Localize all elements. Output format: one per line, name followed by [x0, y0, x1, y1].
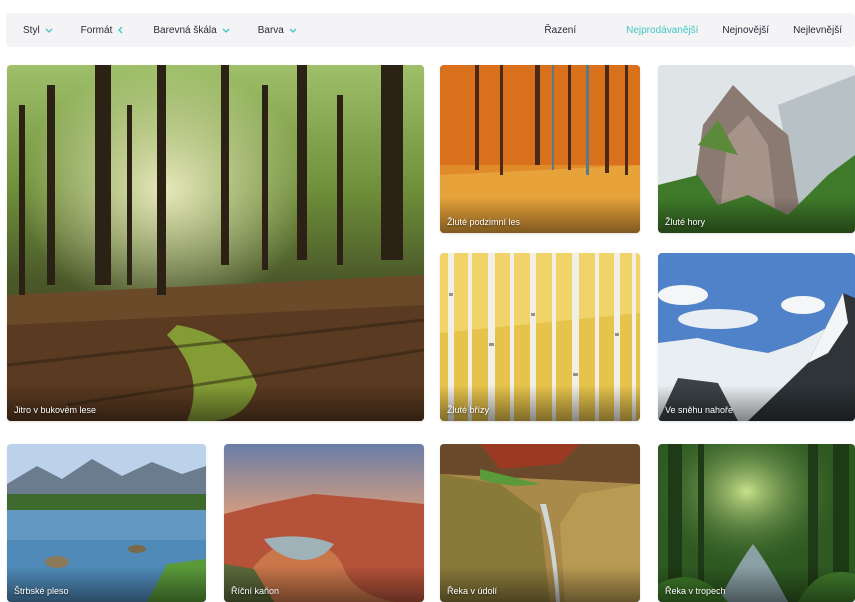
- product-card[interactable]: Štrbské pleso: [7, 444, 206, 602]
- product-title: Ve sněhu nahoře: [665, 405, 734, 415]
- caption-shade: [224, 566, 424, 602]
- product-card[interactable]: Žluté břízy: [440, 253, 640, 421]
- product-title: Jitro v bukovém lese: [14, 405, 97, 415]
- caption-shade: [440, 197, 640, 233]
- product-title: Řeka v tropech: [665, 586, 726, 596]
- product-title: Řeka v údolí: [447, 586, 498, 596]
- product-card[interactable]: Žluté podzimní les: [440, 65, 640, 233]
- caption-shade: [658, 385, 855, 421]
- product-title: Říční kaňon: [231, 586, 280, 596]
- product-card[interactable]: Říční kaňon: [224, 444, 424, 602]
- product-title: Žluté podzimní les: [447, 217, 521, 227]
- caption-shade: [440, 566, 640, 602]
- product-title: Žluté břízy: [447, 405, 490, 415]
- product-image: [7, 65, 424, 421]
- product-title: Žluté hory: [665, 217, 706, 227]
- product-grid: Jitro v bukovém lese Žluté podzimní les: [0, 0, 855, 602]
- caption-shade: [7, 385, 424, 421]
- product-card[interactable]: Ve sněhu nahoře: [658, 253, 855, 421]
- product-card[interactable]: Řeka v tropech: [658, 444, 855, 602]
- product-card[interactable]: Jitro v bukovém lese: [7, 65, 424, 421]
- caption-shade: [658, 197, 855, 233]
- product-title: Štrbské pleso: [14, 586, 69, 596]
- caption-shade: [658, 566, 855, 602]
- caption-shade: [440, 385, 640, 421]
- product-card[interactable]: Žluté hory: [658, 65, 855, 233]
- product-card[interactable]: Řeka v údolí: [440, 444, 640, 602]
- caption-shade: [7, 566, 206, 602]
